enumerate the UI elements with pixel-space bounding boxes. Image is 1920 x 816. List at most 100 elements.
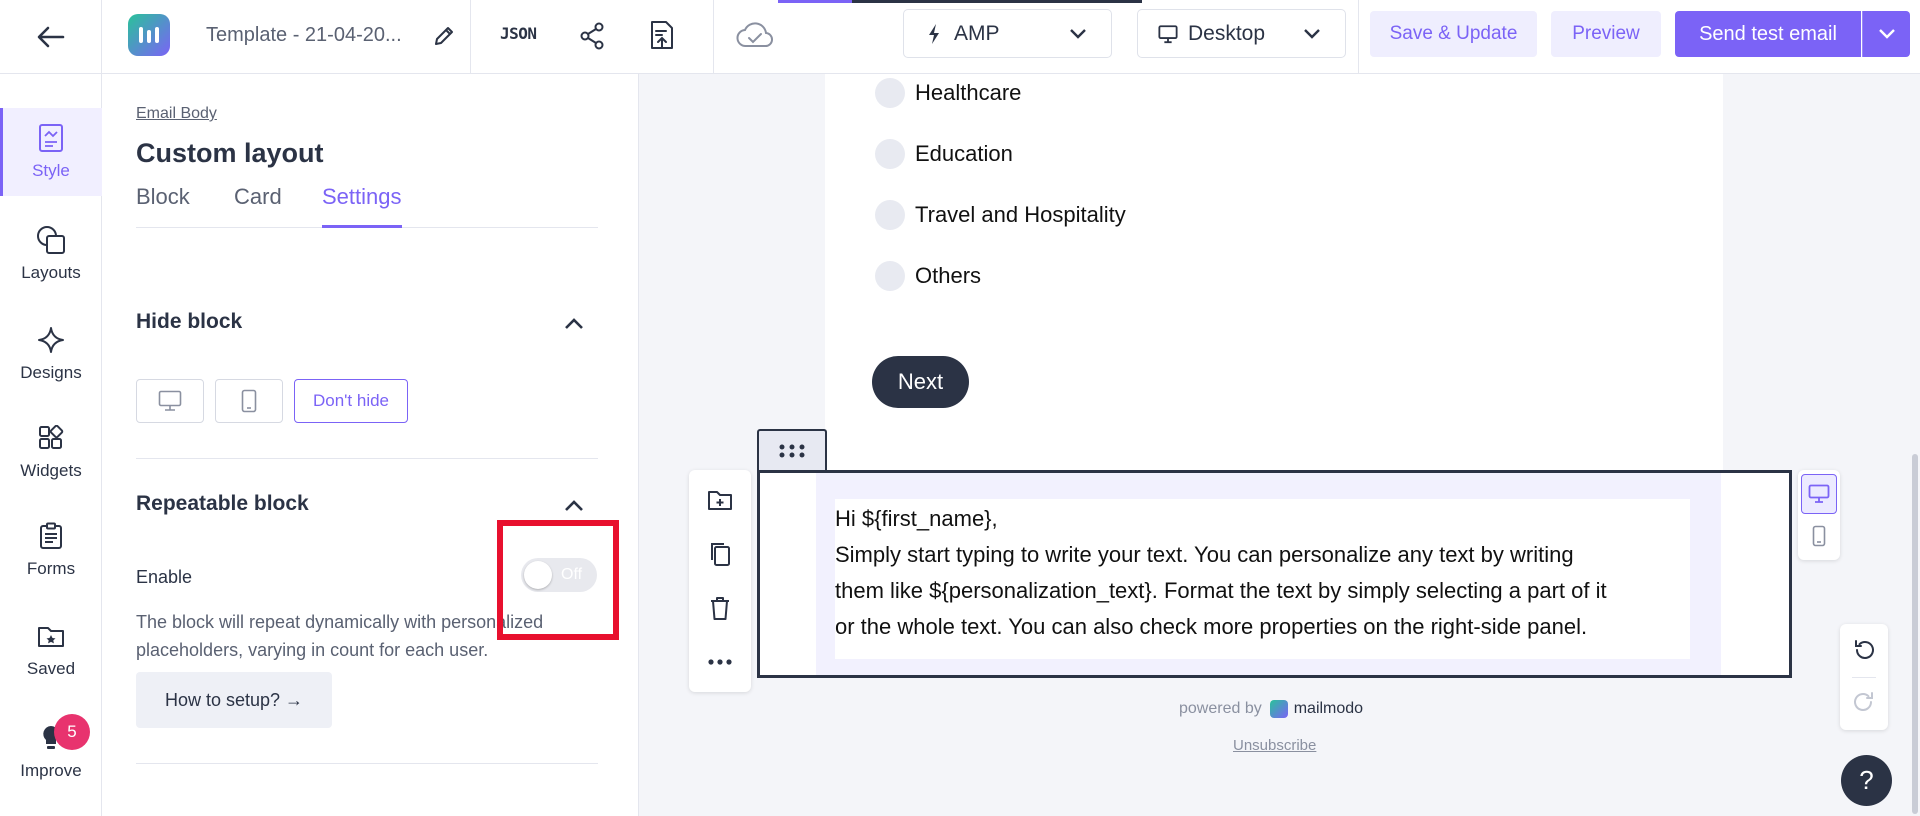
preview-button[interactable]: Preview xyxy=(1551,11,1661,57)
mobile-icon xyxy=(241,389,257,413)
delete-block-button[interactable] xyxy=(704,592,736,624)
device-dropdown[interactable]: Desktop xyxy=(1137,9,1346,58)
rail-item-label: Saved xyxy=(26,659,76,678)
next-button[interactable]: Next xyxy=(872,356,969,408)
block-toolbar xyxy=(689,470,751,692)
rail-item-label: Improve xyxy=(20,761,82,780)
unsubscribe-link[interactable]: Unsubscribe xyxy=(1233,737,1316,754)
text-line: Simply start typing to write your text. … xyxy=(835,542,1574,567)
share-button[interactable] xyxy=(575,18,609,54)
undo-icon xyxy=(1855,640,1874,659)
redo-button[interactable] xyxy=(1850,688,1878,716)
selected-text-block[interactable]: Hi ${first_name}, Simply start typing to… xyxy=(757,470,1792,678)
rail-item-improve[interactable]: Improve 5 xyxy=(0,708,102,796)
powered-by-text: powered by xyxy=(1179,700,1262,717)
option-label: Others xyxy=(915,263,982,288)
redo-icon xyxy=(1854,692,1873,711)
option-others[interactable]: Others xyxy=(875,259,981,293)
forms-icon xyxy=(36,521,66,551)
rail-item-label: Layouts xyxy=(21,263,81,282)
how-to-setup-button[interactable]: How to setup? → xyxy=(136,672,332,728)
desktop-view-button[interactable] xyxy=(1801,474,1837,514)
drag-handle[interactable] xyxy=(757,429,827,471)
monitor-icon xyxy=(1808,484,1830,503)
left-rail: Style Layouts Designs Widgets Forms Save… xyxy=(0,74,102,816)
help-button[interactable]: ? xyxy=(1841,755,1892,806)
toggle-knob xyxy=(524,561,552,589)
back-button[interactable] xyxy=(0,0,102,74)
radio-circle[interactable] xyxy=(875,78,905,108)
repeatable-block-description: The block will repeat dynamically with p… xyxy=(136,612,544,660)
rail-item-designs[interactable]: Designs xyxy=(0,310,102,398)
hide-on-mobile-button[interactable] xyxy=(215,379,283,423)
tab-settings[interactable]: Settings xyxy=(322,184,402,228)
repeatable-block-collapse-button[interactable] xyxy=(562,494,586,518)
undo-button[interactable] xyxy=(1850,636,1878,664)
rail-item-label: Designs xyxy=(20,363,82,382)
save-block-button[interactable] xyxy=(704,484,736,516)
divider xyxy=(470,0,471,74)
divider xyxy=(1358,0,1359,74)
tab-block[interactable]: Block xyxy=(136,184,190,228)
powered-by: powered by mailmodo xyxy=(1179,700,1363,718)
enable-label: Enable xyxy=(136,567,193,587)
progress-strip xyxy=(778,0,1142,3)
option-label: Travel and Hospitality xyxy=(915,202,1126,227)
breadcrumb[interactable]: Email Body xyxy=(136,105,217,123)
document-export-icon xyxy=(651,21,673,49)
pencil-icon xyxy=(435,27,453,45)
copy-icon xyxy=(711,543,730,566)
more-options-button[interactable] xyxy=(704,646,736,678)
radio-circle[interactable] xyxy=(875,139,905,169)
mobile-icon xyxy=(1812,525,1826,547)
rail-item-saved[interactable]: Saved xyxy=(0,606,102,694)
history-controls xyxy=(1840,624,1888,730)
dont-hide-button[interactable]: Don't hide xyxy=(294,379,408,423)
radio-circle[interactable] xyxy=(875,200,905,230)
template-name[interactable]: Template - 21-04-20... xyxy=(206,24,402,47)
saved-icon xyxy=(36,621,66,651)
notification-badge: 5 xyxy=(54,714,90,750)
amp-dropdown-label: AMP xyxy=(954,21,1000,45)
option-healthcare[interactable]: Healthcare xyxy=(875,76,1021,110)
chevron-up-icon xyxy=(565,500,583,511)
tab-card[interactable]: Card xyxy=(234,184,282,228)
send-options-button[interactable] xyxy=(1862,11,1910,57)
repeatable-block-toggle[interactable]: Off xyxy=(521,558,597,592)
brand-name: mailmodo xyxy=(1293,700,1364,717)
scrollbar[interactable] xyxy=(1912,454,1918,814)
style-icon xyxy=(36,123,66,153)
grip-icon xyxy=(779,444,805,458)
rail-item-forms[interactable]: Forms xyxy=(0,506,102,594)
rail-item-style[interactable]: Style xyxy=(0,108,102,196)
rename-button[interactable] xyxy=(428,20,460,52)
hide-block-collapse-button[interactable] xyxy=(562,312,586,336)
rail-item-label: Style xyxy=(32,161,70,180)
divider xyxy=(136,763,598,764)
mobile-view-button[interactable] xyxy=(1801,516,1837,556)
option-travel[interactable]: Travel and Hospitality xyxy=(875,198,1126,232)
rail-item-layouts[interactable]: Layouts xyxy=(0,210,102,298)
text-line: Hi ${first_name}, xyxy=(835,506,998,531)
duplicate-block-button[interactable] xyxy=(704,538,736,570)
cloud-check-icon xyxy=(736,22,773,47)
panel-title: Custom layout xyxy=(136,138,324,168)
option-education[interactable]: Education xyxy=(875,137,1013,171)
text-content[interactable]: Hi ${first_name}, Simply start typing to… xyxy=(835,499,1690,659)
hide-on-desktop-button[interactable] xyxy=(136,379,204,423)
amp-dropdown[interactable]: AMP xyxy=(903,9,1112,58)
option-label: Education xyxy=(915,141,1013,166)
export-button[interactable] xyxy=(645,16,679,54)
chevron-down-icon xyxy=(1069,28,1089,40)
monitor-icon xyxy=(1158,24,1178,44)
rail-item-widgets[interactable]: Widgets xyxy=(0,408,102,496)
settings-panel: Email Body Custom layout Block Card Sett… xyxy=(102,74,639,816)
radio-circle[interactable] xyxy=(875,261,905,291)
send-test-email-button[interactable]: Send test email xyxy=(1675,11,1861,57)
json-button[interactable]: JSON xyxy=(500,24,537,43)
mailmodo-logo xyxy=(128,14,170,56)
top-bar: Template - 21-04-20... JSON AMP Desktop … xyxy=(0,0,1920,74)
repeatable-block-title: Repeatable block xyxy=(136,492,309,515)
save-update-button[interactable]: Save & Update xyxy=(1370,11,1537,57)
chevron-up-icon xyxy=(565,318,583,329)
